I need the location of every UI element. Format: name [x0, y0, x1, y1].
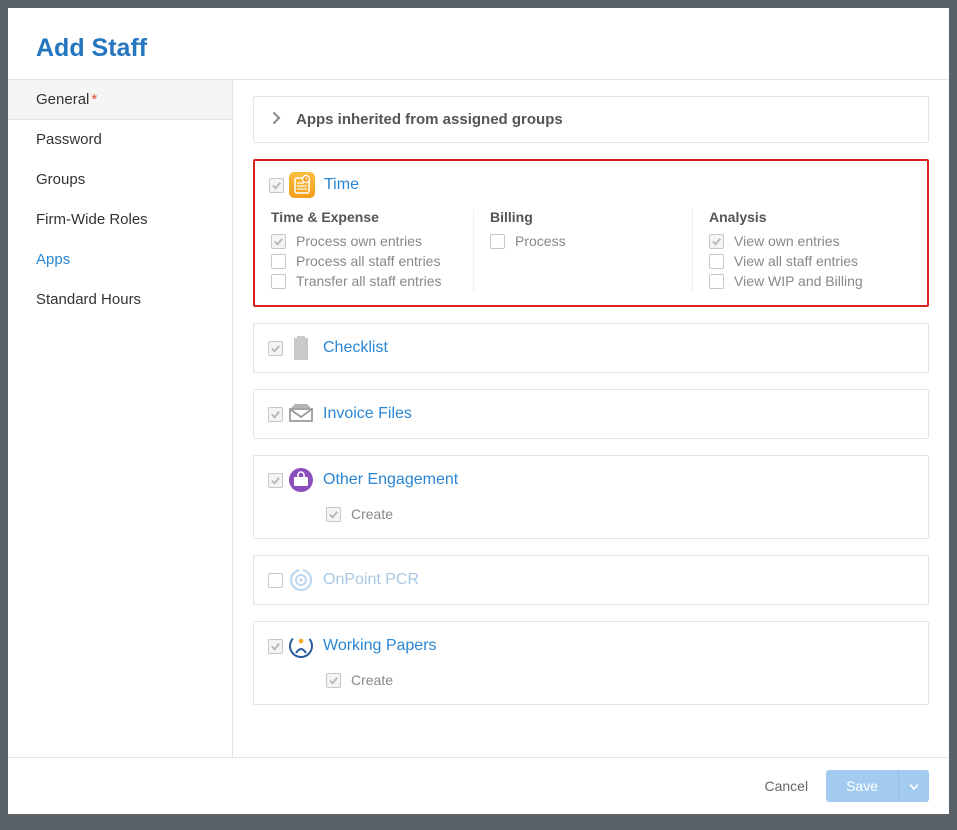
- working-papers-app-icon: [287, 632, 315, 660]
- perm-view-own-entries[interactable]: View own entries: [709, 233, 899, 249]
- sidebar-item-standard-hours[interactable]: Standard Hours: [8, 280, 232, 320]
- checklist-app-icon: [287, 334, 315, 362]
- app-header-other-engagement[interactable]: Other Engagement: [254, 456, 928, 504]
- time-app-icon: [288, 171, 316, 199]
- inherited-apps-label: Apps inherited from assigned groups: [296, 111, 563, 128]
- checkbox[interactable]: [271, 234, 286, 249]
- perm-label: Create: [351, 672, 393, 688]
- add-staff-modal: Add Staff General* Password Groups Firm-…: [8, 8, 949, 814]
- perm-transfer-all-staff-entries[interactable]: Transfer all staff entries: [271, 273, 461, 289]
- cancel-button[interactable]: Cancel: [764, 778, 808, 794]
- save-button[interactable]: Save: [826, 770, 898, 802]
- required-icon: *: [91, 91, 97, 108]
- app-header-onpoint-pcr[interactable]: OnPoint PCR: [254, 556, 928, 604]
- sidebar-item-groups[interactable]: Groups: [8, 160, 232, 200]
- checkbox[interactable]: [709, 234, 724, 249]
- time-col-billing: Billing Process: [473, 209, 692, 293]
- perm-working-papers-create[interactable]: Create: [326, 672, 912, 688]
- modal-body: General* Password Groups Firm-Wide Roles…: [8, 79, 949, 757]
- sidebar-item-label: Groups: [36, 171, 85, 188]
- checkbox[interactable]: [490, 234, 505, 249]
- app-name-checklist: Checklist: [323, 339, 388, 357]
- inherited-apps-panel: Apps inherited from assigned groups: [253, 96, 929, 143]
- main-content: Apps inherited from assigned groups: [233, 80, 949, 757]
- app-checkbox-onpoint-pcr[interactable]: [268, 573, 283, 588]
- app-panel-invoice-files: Invoice Files: [253, 389, 929, 439]
- col-title: Analysis: [709, 209, 899, 225]
- app-name-time: Time: [324, 176, 359, 194]
- perm-view-wip-billing[interactable]: View WIP and Billing: [709, 273, 899, 289]
- app-panel-time: Time Time & Expense Process own entries …: [253, 159, 929, 307]
- invoice-files-app-icon: [287, 400, 315, 428]
- col-title: Billing: [490, 209, 680, 225]
- sidebar-item-label: Apps: [36, 251, 70, 268]
- app-panel-other-engagement: Other Engagement Create: [253, 455, 929, 539]
- onpoint-pcr-app-icon: [287, 566, 315, 594]
- app-header-checklist[interactable]: Checklist: [254, 324, 928, 372]
- other-engagement-app-icon: [287, 466, 315, 494]
- checkbox[interactable]: [271, 254, 286, 269]
- app-name-invoice-files: Invoice Files: [323, 405, 412, 423]
- perm-label: Process all staff entries: [296, 253, 440, 269]
- checkbox[interactable]: [326, 673, 341, 688]
- chevron-right-icon: [272, 111, 282, 128]
- app-checkbox-checklist[interactable]: [268, 341, 283, 356]
- perm-label: Create: [351, 506, 393, 522]
- perm-process-all-staff-entries[interactable]: Process all staff entries: [271, 253, 461, 269]
- perm-label: Process own entries: [296, 233, 422, 249]
- perm-label: View own entries: [734, 233, 840, 249]
- app-header-working-papers[interactable]: Working Papers: [254, 622, 928, 670]
- working-papers-subperms: Create: [254, 670, 928, 704]
- save-dropdown-button[interactable]: [898, 770, 929, 802]
- app-checkbox-invoice-files[interactable]: [268, 407, 283, 422]
- inherited-apps-toggle[interactable]: Apps inherited from assigned groups: [254, 97, 928, 142]
- app-name-onpoint-pcr: OnPoint PCR: [323, 571, 419, 589]
- sidebar-item-label: Firm-Wide Roles: [36, 211, 148, 228]
- checkbox[interactable]: [271, 274, 286, 289]
- save-button-group: Save: [826, 770, 929, 802]
- sidebar-item-firm-wide-roles[interactable]: Firm-Wide Roles: [8, 200, 232, 240]
- sidebar-item-label: Password: [36, 131, 102, 148]
- app-name-other-engagement: Other Engagement: [323, 471, 458, 489]
- perm-label: Transfer all staff entries: [296, 273, 442, 289]
- app-header-invoice-files[interactable]: Invoice Files: [254, 390, 928, 438]
- time-col-analysis: Analysis View own entries View all staff…: [692, 209, 911, 293]
- perm-process-own-entries[interactable]: Process own entries: [271, 233, 461, 249]
- perm-other-engagement-create[interactable]: Create: [326, 506, 912, 522]
- time-permissions: Time & Expense Process own entries Proce…: [255, 209, 927, 305]
- app-panel-working-papers: Working Papers Create: [253, 621, 929, 705]
- modal-title: Add Staff: [8, 8, 949, 79]
- perm-view-all-staff-entries[interactable]: View all staff entries: [709, 253, 899, 269]
- app-checkbox-working-papers[interactable]: [268, 639, 283, 654]
- time-col-time-expense: Time & Expense Process own entries Proce…: [271, 209, 473, 293]
- app-checkbox-time[interactable]: [269, 178, 284, 193]
- sidebar-item-label: Standard Hours: [36, 291, 141, 308]
- app-panel-checklist: Checklist: [253, 323, 929, 373]
- perm-label: View all staff entries: [734, 253, 858, 269]
- checkbox[interactable]: [709, 274, 724, 289]
- perm-billing-process[interactable]: Process: [490, 233, 680, 249]
- app-checkbox-other-engagement[interactable]: [268, 473, 283, 488]
- sidebar-item-apps[interactable]: Apps: [8, 240, 232, 280]
- other-engagement-subperms: Create: [254, 504, 928, 538]
- app-name-working-papers: Working Papers: [323, 637, 437, 655]
- app-header-time[interactable]: Time: [255, 161, 927, 209]
- modal-footer: Cancel Save: [8, 757, 949, 814]
- perm-label: Process: [515, 233, 566, 249]
- sidebar-item-general[interactable]: General*: [8, 80, 232, 120]
- sidebar-item-label: General: [36, 91, 89, 108]
- chevron-down-icon: [909, 779, 919, 794]
- app-panel-onpoint-pcr: OnPoint PCR: [253, 555, 929, 605]
- checkbox[interactable]: [326, 507, 341, 522]
- checkbox[interactable]: [709, 254, 724, 269]
- sidebar: General* Password Groups Firm-Wide Roles…: [8, 80, 233, 757]
- perm-label: View WIP and Billing: [734, 273, 863, 289]
- sidebar-item-password[interactable]: Password: [8, 120, 232, 160]
- col-title: Time & Expense: [271, 209, 461, 225]
